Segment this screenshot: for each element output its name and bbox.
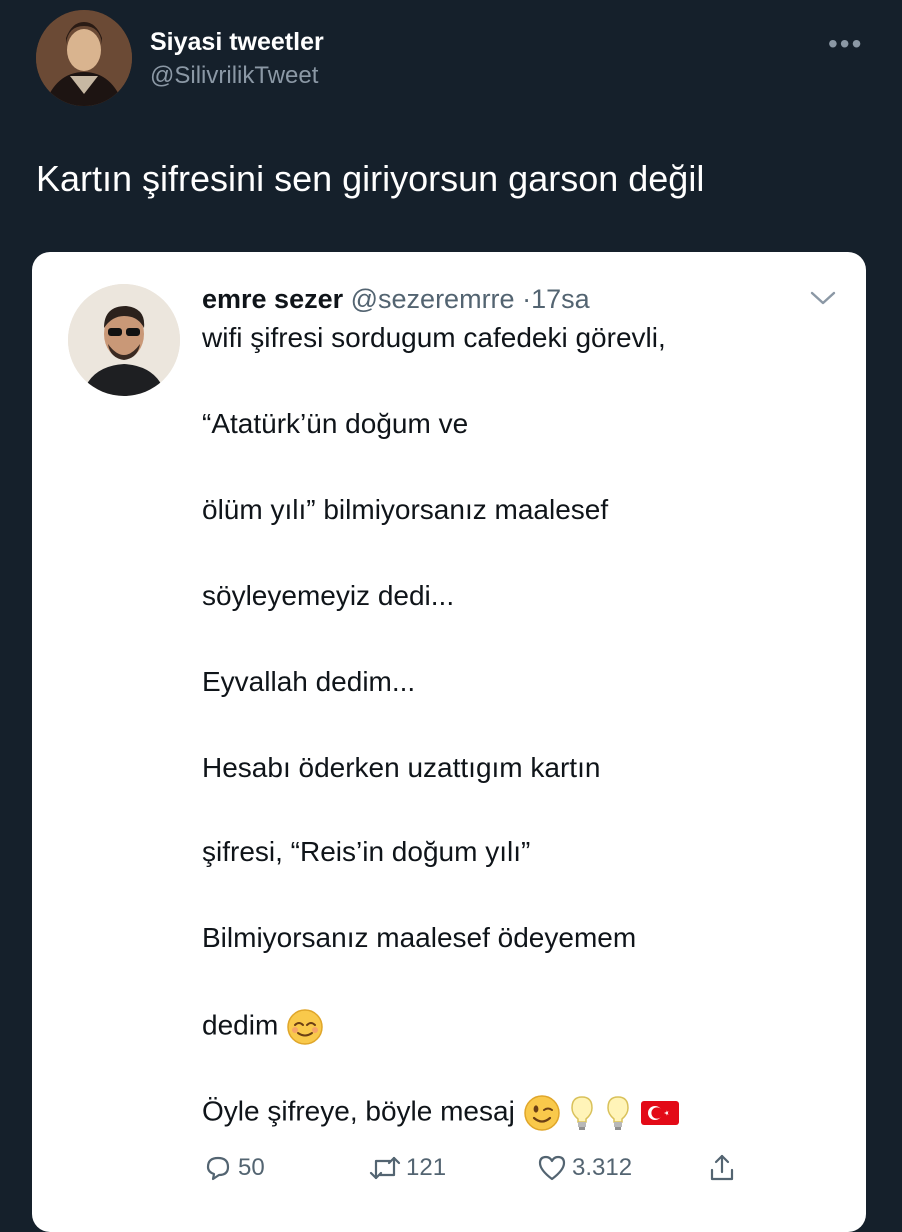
tweet-actions-bar: 50 121 3.312 bbox=[32, 1152, 866, 1192]
reply-icon bbox=[206, 1156, 230, 1181]
quoted-tweet-header: emre sezer @sezeremrre ·17sa bbox=[202, 284, 590, 315]
quoted-text-line-with-emoji: Öyle şifreye, böyle mesaj bbox=[202, 1094, 680, 1132]
like-count: 3.312 bbox=[572, 1154, 633, 1181]
reply-count: 50 bbox=[238, 1154, 265, 1181]
header-separator: · bbox=[522, 284, 532, 314]
quoted-text-line: Eyvallah dedim... bbox=[202, 666, 416, 697]
quoted-text-line: şifresi, “Reis’in doğum yılı” bbox=[202, 836, 531, 867]
reply-button[interactable]: 50 bbox=[202, 1152, 265, 1184]
share-icon bbox=[710, 1154, 734, 1181]
quoted-tweet-card[interactable]: emre sezer @sezeremrre ·17sa wifi şifres… bbox=[32, 252, 866, 1232]
like-button[interactable]: 3.312 bbox=[536, 1152, 632, 1184]
author-name[interactable]: Siyasi tweetler bbox=[150, 28, 324, 57]
quoted-text-line: wifi şifresi sordugum cafedeki görevli, bbox=[202, 322, 666, 353]
quoted-author-handle[interactable]: @sezeremrre bbox=[351, 284, 515, 314]
quoted-text: Öyle şifreye, böyle mesaj bbox=[202, 1095, 515, 1127]
author-avatar[interactable] bbox=[36, 10, 132, 106]
heart-icon bbox=[538, 1155, 566, 1181]
light-bulb-icon bbox=[571, 1096, 594, 1130]
retweet-count: 121 bbox=[406, 1154, 447, 1181]
more-options-icon[interactable]: ••• bbox=[828, 28, 863, 60]
relieved-face-icon bbox=[287, 1009, 323, 1045]
quoted-text-line: Hesabı öderken uzattıgım kartın bbox=[202, 752, 601, 783]
tweet-text: Kartın şifresini sen giriyorsun garson d… bbox=[36, 158, 705, 199]
quoted-text-line: söyleyemeyiz dedi... bbox=[202, 580, 455, 611]
chevron-down-icon[interactable] bbox=[808, 286, 838, 310]
quoted-text-line: ölüm yılı” bilmiyorsanız maalesef bbox=[202, 494, 609, 525]
tweet-header: Siyasi tweetler @SilivrilikTweet ••• bbox=[0, 0, 902, 120]
quoted-timestamp[interactable]: 17sa bbox=[531, 284, 590, 314]
turkey-flag-icon bbox=[640, 1101, 679, 1125]
light-bulb-icon bbox=[607, 1096, 629, 1130]
retweet-icon bbox=[369, 1156, 401, 1180]
quoted-author-avatar[interactable] bbox=[68, 284, 180, 396]
quoted-text-line: “Atatürk’ün doğum ve bbox=[202, 408, 469, 439]
quoted-text-line-with-emoji: dedim bbox=[202, 1008, 324, 1046]
quoted-text-line: Bilmiyorsanız maalesef ödeyemem bbox=[202, 922, 637, 953]
quoted-author-name[interactable]: emre sezer bbox=[202, 284, 343, 314]
share-button[interactable] bbox=[706, 1152, 738, 1184]
quoted-text: dedim bbox=[202, 1009, 279, 1041]
author-handle[interactable]: @SilivrilikTweet bbox=[150, 62, 318, 90]
retweet-button[interactable]: 121 bbox=[368, 1152, 446, 1184]
winking-face-icon bbox=[523, 1095, 560, 1131]
